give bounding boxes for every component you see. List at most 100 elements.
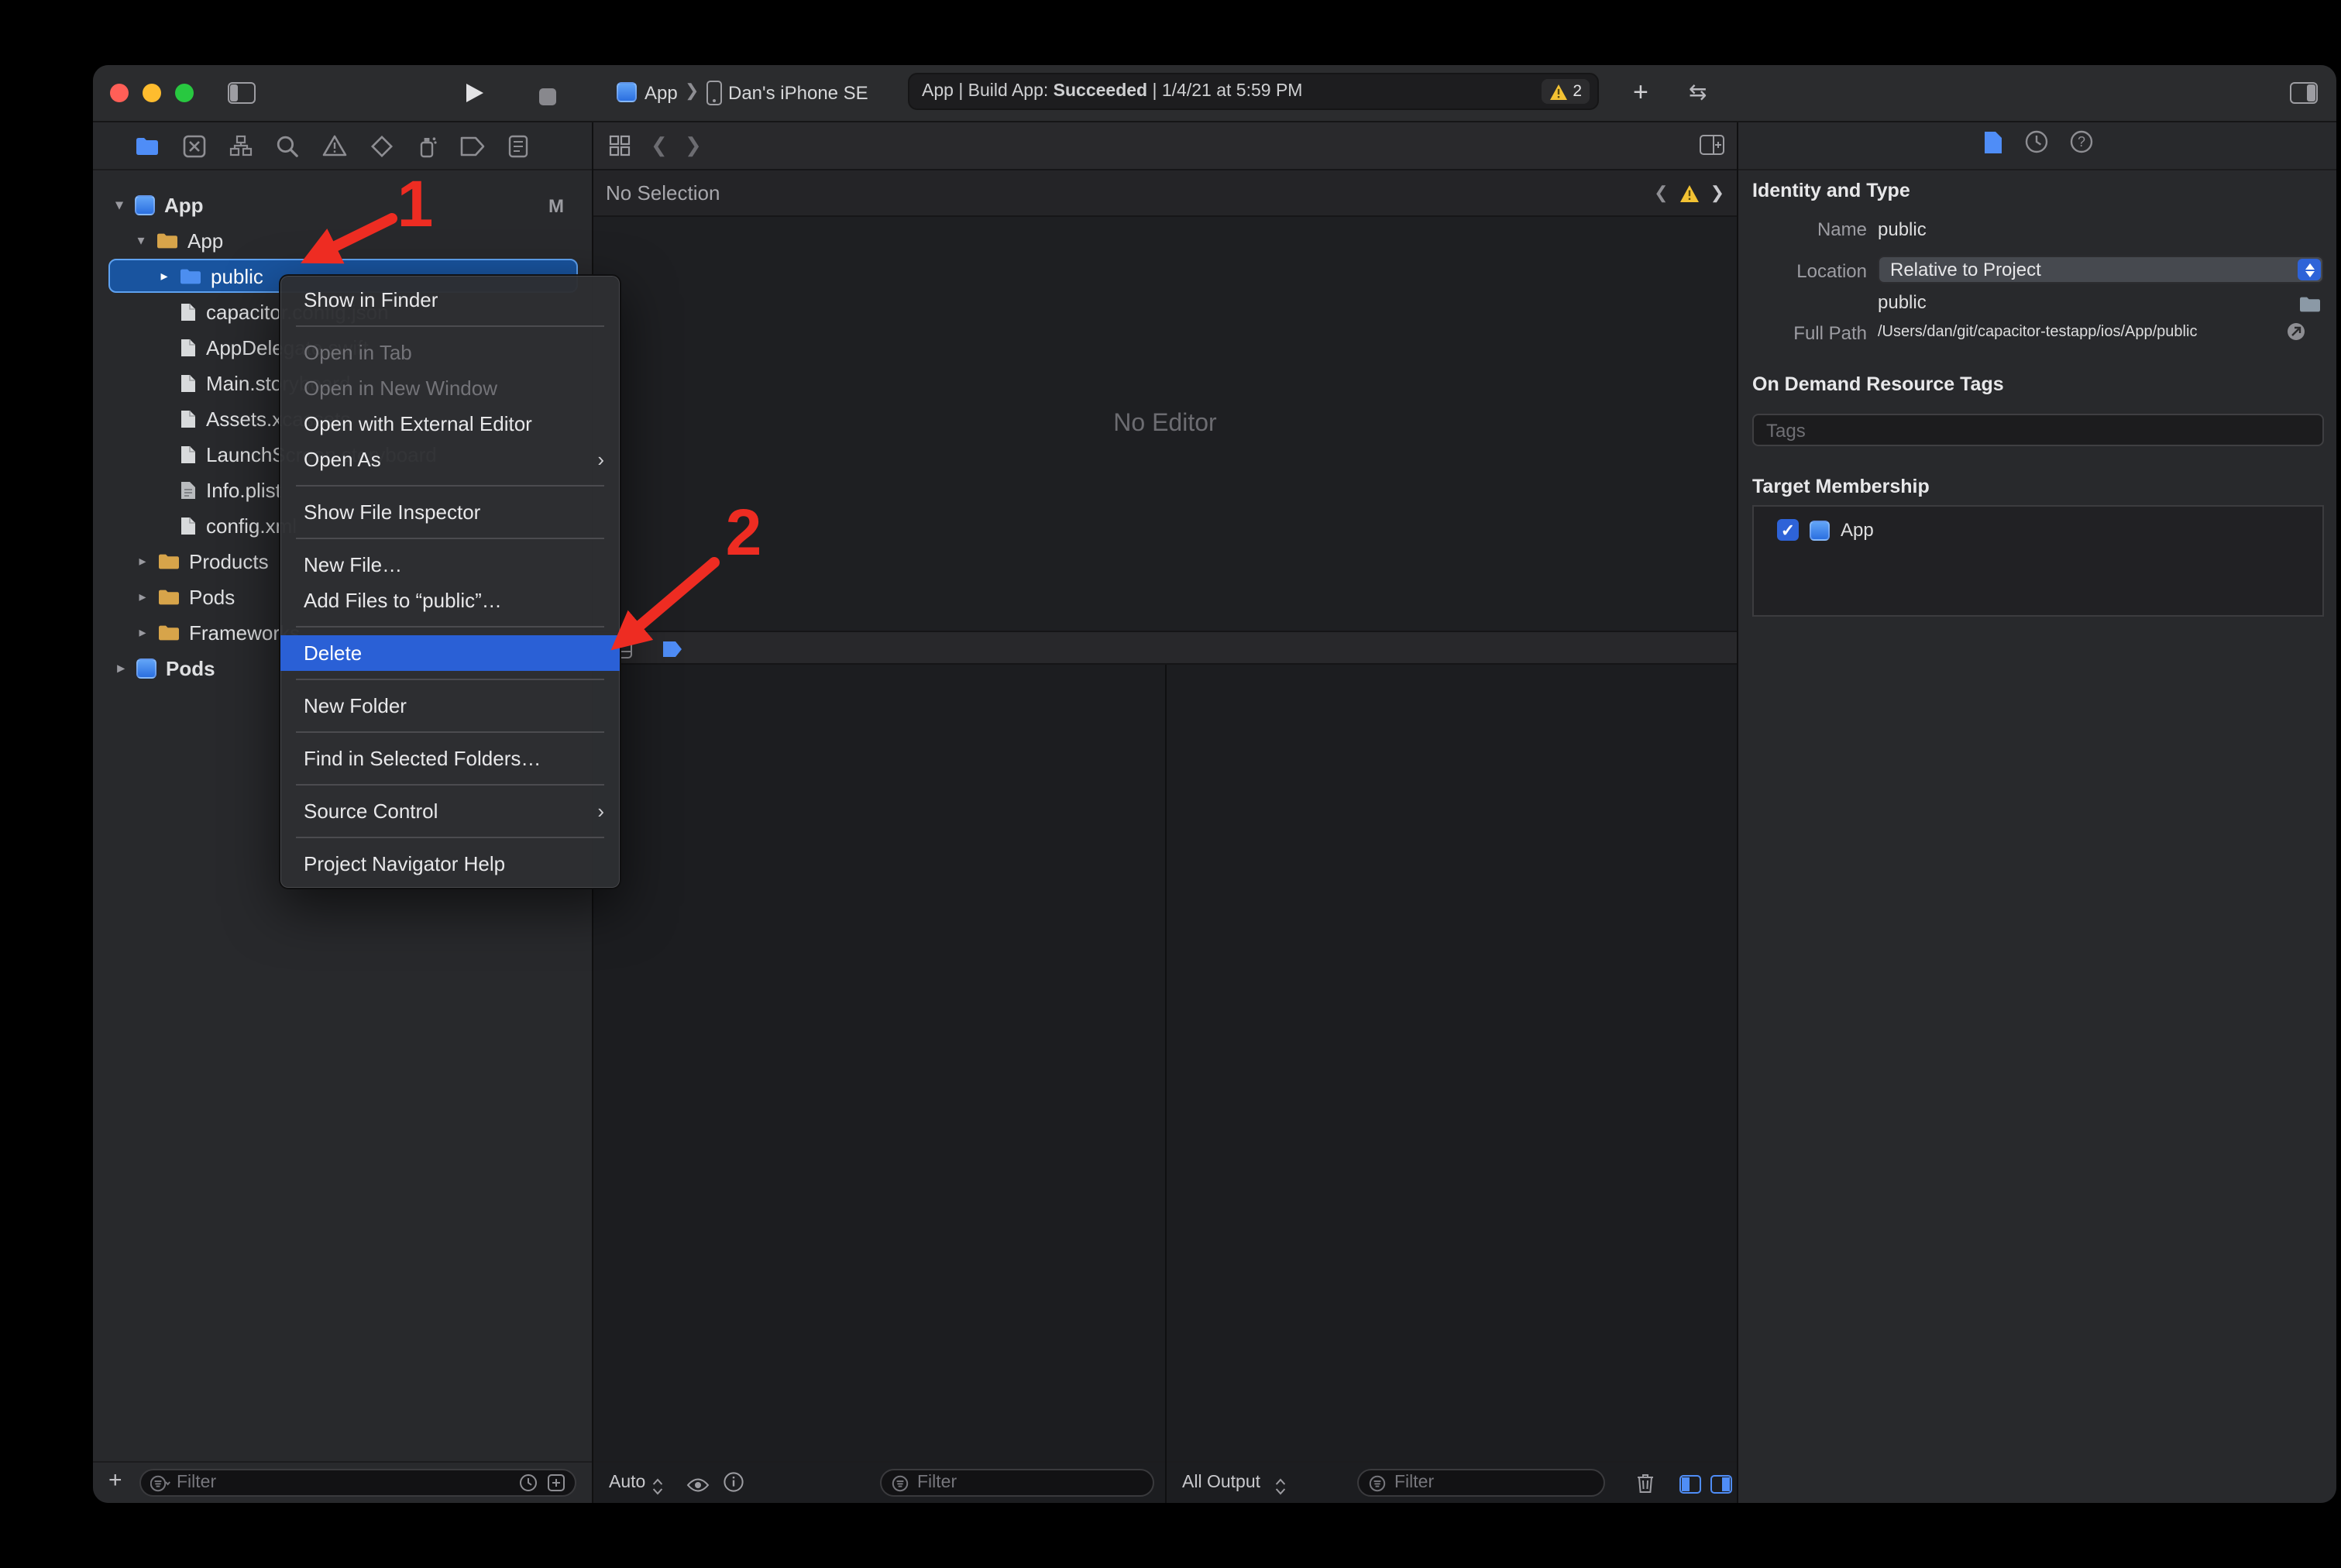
forward-icon[interactable]: ❯	[685, 133, 702, 158]
breakpoints-toggle-icon[interactable]	[662, 638, 683, 666]
variables-filter-field[interactable]: Filter	[880, 1469, 1154, 1497]
run-button[interactable]	[465, 82, 485, 112]
updown-chevron-icon	[1275, 1475, 1286, 1503]
checkbox-checked-icon[interactable]: ✓	[1777, 519, 1799, 541]
folder-icon	[158, 553, 180, 570]
variables-scope-popup[interactable]: Auto	[609, 1473, 645, 1492]
folder-icon	[158, 624, 180, 641]
add-editor-icon[interactable]	[1700, 135, 1724, 163]
toggle-right-sidebar-icon[interactable]	[2290, 82, 2318, 112]
location-popup[interactable]: Relative to Project	[1878, 256, 2324, 284]
menu-item-show-file-inspector[interactable]: Show File Inspector	[280, 494, 620, 530]
console-filter-field[interactable]: Filter	[1357, 1469, 1605, 1497]
breakpoint-navigator-icon[interactable]	[460, 136, 485, 156]
menu-separator	[296, 626, 604, 628]
disclosure-open-icon[interactable]: ▾	[112, 197, 127, 214]
console-view-body[interactable]	[1167, 665, 1737, 1461]
editor-options-icon[interactable]: ⇆	[1689, 79, 1707, 105]
menu-item-new-file[interactable]: New File…	[280, 547, 620, 583]
warning-badge[interactable]: 2	[1542, 79, 1590, 104]
show-variables-pane-icon[interactable]	[1679, 1473, 1701, 1501]
file-icon	[180, 516, 197, 536]
project-navigator-icon[interactable]	[135, 136, 160, 156]
scheme-name[interactable]: App	[645, 82, 678, 104]
menu-item-source-control[interactable]: Source Control›	[280, 793, 620, 829]
menu-item-delete[interactable]: Delete	[280, 635, 620, 671]
test-navigator-icon[interactable]	[370, 134, 394, 157]
tree-row-group-app[interactable]: ▾ App	[93, 223, 592, 259]
related-items-icon[interactable]	[609, 135, 631, 164]
console-scope-popup[interactable]: All Output	[1182, 1473, 1260, 1492]
warning-icon	[1549, 83, 1568, 100]
fullpath-label: Full Path	[1752, 322, 1867, 344]
symbol-navigator-icon[interactable]	[229, 135, 253, 156]
disclosure-closed-icon[interactable]: ▸	[156, 268, 172, 285]
jump-bar-selection[interactable]: No Selection	[606, 181, 720, 205]
target-membership-row[interactable]: ✓ App	[1754, 507, 2322, 541]
close-button[interactable]	[110, 84, 129, 102]
context-menu: Show in Finder Open in Tab Open in New W…	[279, 274, 621, 889]
navigator-filter-field[interactable]: Filter	[139, 1469, 576, 1497]
menu-item-new-folder[interactable]: New Folder	[280, 688, 620, 724]
debug-navigator-icon[interactable]	[417, 134, 437, 157]
tree-row-project-app[interactable]: ▾ App M	[93, 187, 592, 223]
next-issue-icon[interactable]: ❯	[1710, 183, 1724, 203]
issue-navigator-icon[interactable]	[322, 135, 347, 156]
inspector-tab-bar: ?	[1738, 122, 2336, 170]
show-console-pane-icon[interactable]	[1710, 1473, 1732, 1501]
menu-separator	[296, 325, 604, 327]
warning-icon[interactable]	[1679, 184, 1700, 202]
trash-icon[interactable]	[1636, 1472, 1655, 1501]
add-tab-button[interactable]: +	[1633, 77, 1648, 108]
add-file-button[interactable]: +	[108, 1467, 122, 1494]
stop-button[interactable]	[539, 85, 556, 113]
toggle-left-sidebar-icon[interactable]	[228, 82, 256, 112]
find-navigator-icon[interactable]	[276, 134, 299, 157]
tags-field[interactable]: Tags	[1752, 414, 2324, 446]
editor-area: No Editor	[593, 217, 1737, 631]
info-icon[interactable]	[724, 1472, 744, 1500]
recents-clock-icon[interactable]	[519, 1473, 538, 1492]
file-icon	[180, 480, 197, 500]
back-icon[interactable]: ❮	[651, 133, 668, 158]
menu-item-open-with-external-editor[interactable]: Open with External Editor	[280, 406, 620, 442]
navigator-tab-bar	[93, 122, 592, 170]
variables-view-body[interactable]	[593, 665, 1165, 1461]
file-icon	[180, 373, 197, 394]
target-membership-title: Target Membership	[1752, 476, 1930, 497]
menu-item-project-navigator-help[interactable]: Project Navigator Help	[280, 846, 620, 882]
menu-item-find-in-selected-folders[interactable]: Find in Selected Folders…	[280, 741, 620, 776]
menu-separator	[296, 538, 604, 539]
file-inspector-icon[interactable]	[1982, 129, 2002, 162]
destination-name[interactable]: Dan's iPhone SE	[728, 82, 868, 104]
location-label: Location	[1752, 260, 1867, 282]
file-icon	[180, 338, 197, 358]
previous-issue-icon[interactable]: ❮	[1654, 183, 1668, 203]
source-control-navigator-icon[interactable]	[183, 134, 206, 157]
name-value[interactable]: public	[1878, 218, 1927, 240]
folder-icon[interactable]	[2299, 293, 2321, 321]
console-view: All Output Filter	[1167, 665, 1737, 1503]
minimize-button[interactable]	[143, 84, 161, 102]
target-membership-list: ✓ App	[1752, 505, 2324, 617]
history-inspector-icon[interactable]	[2024, 130, 2047, 161]
disclosure-closed-icon[interactable]: ▸	[135, 589, 150, 606]
activity-view[interactable]: App | Build App: Succeeded | 1/4/21 at 5…	[908, 73, 1599, 110]
xcode-project-icon	[136, 658, 156, 679]
disclosure-closed-icon[interactable]: ▸	[135, 553, 150, 570]
target-name: App	[1841, 519, 1874, 541]
report-navigator-icon[interactable]	[508, 134, 528, 157]
eye-icon[interactable]	[686, 1473, 710, 1501]
open-in-finder-arrow-icon[interactable]	[2287, 321, 2305, 349]
menu-item-add-files[interactable]: Add Files to “public”…	[280, 583, 620, 618]
menu-item-open-as[interactable]: Open As›	[280, 442, 620, 477]
device-icon	[706, 81, 722, 113]
disclosure-closed-icon[interactable]: ▸	[113, 660, 129, 677]
disclosure-closed-icon[interactable]: ▸	[135, 624, 150, 641]
filter-icon	[1368, 1474, 1388, 1491]
menu-item-show-in-finder[interactable]: Show in Finder	[280, 282, 620, 318]
disclosure-open-icon[interactable]: ▾	[133, 232, 149, 249]
source-control-filter-icon[interactable]	[547, 1473, 565, 1492]
zoom-button[interactable]	[175, 84, 194, 102]
help-inspector-icon[interactable]: ?	[2069, 130, 2092, 161]
